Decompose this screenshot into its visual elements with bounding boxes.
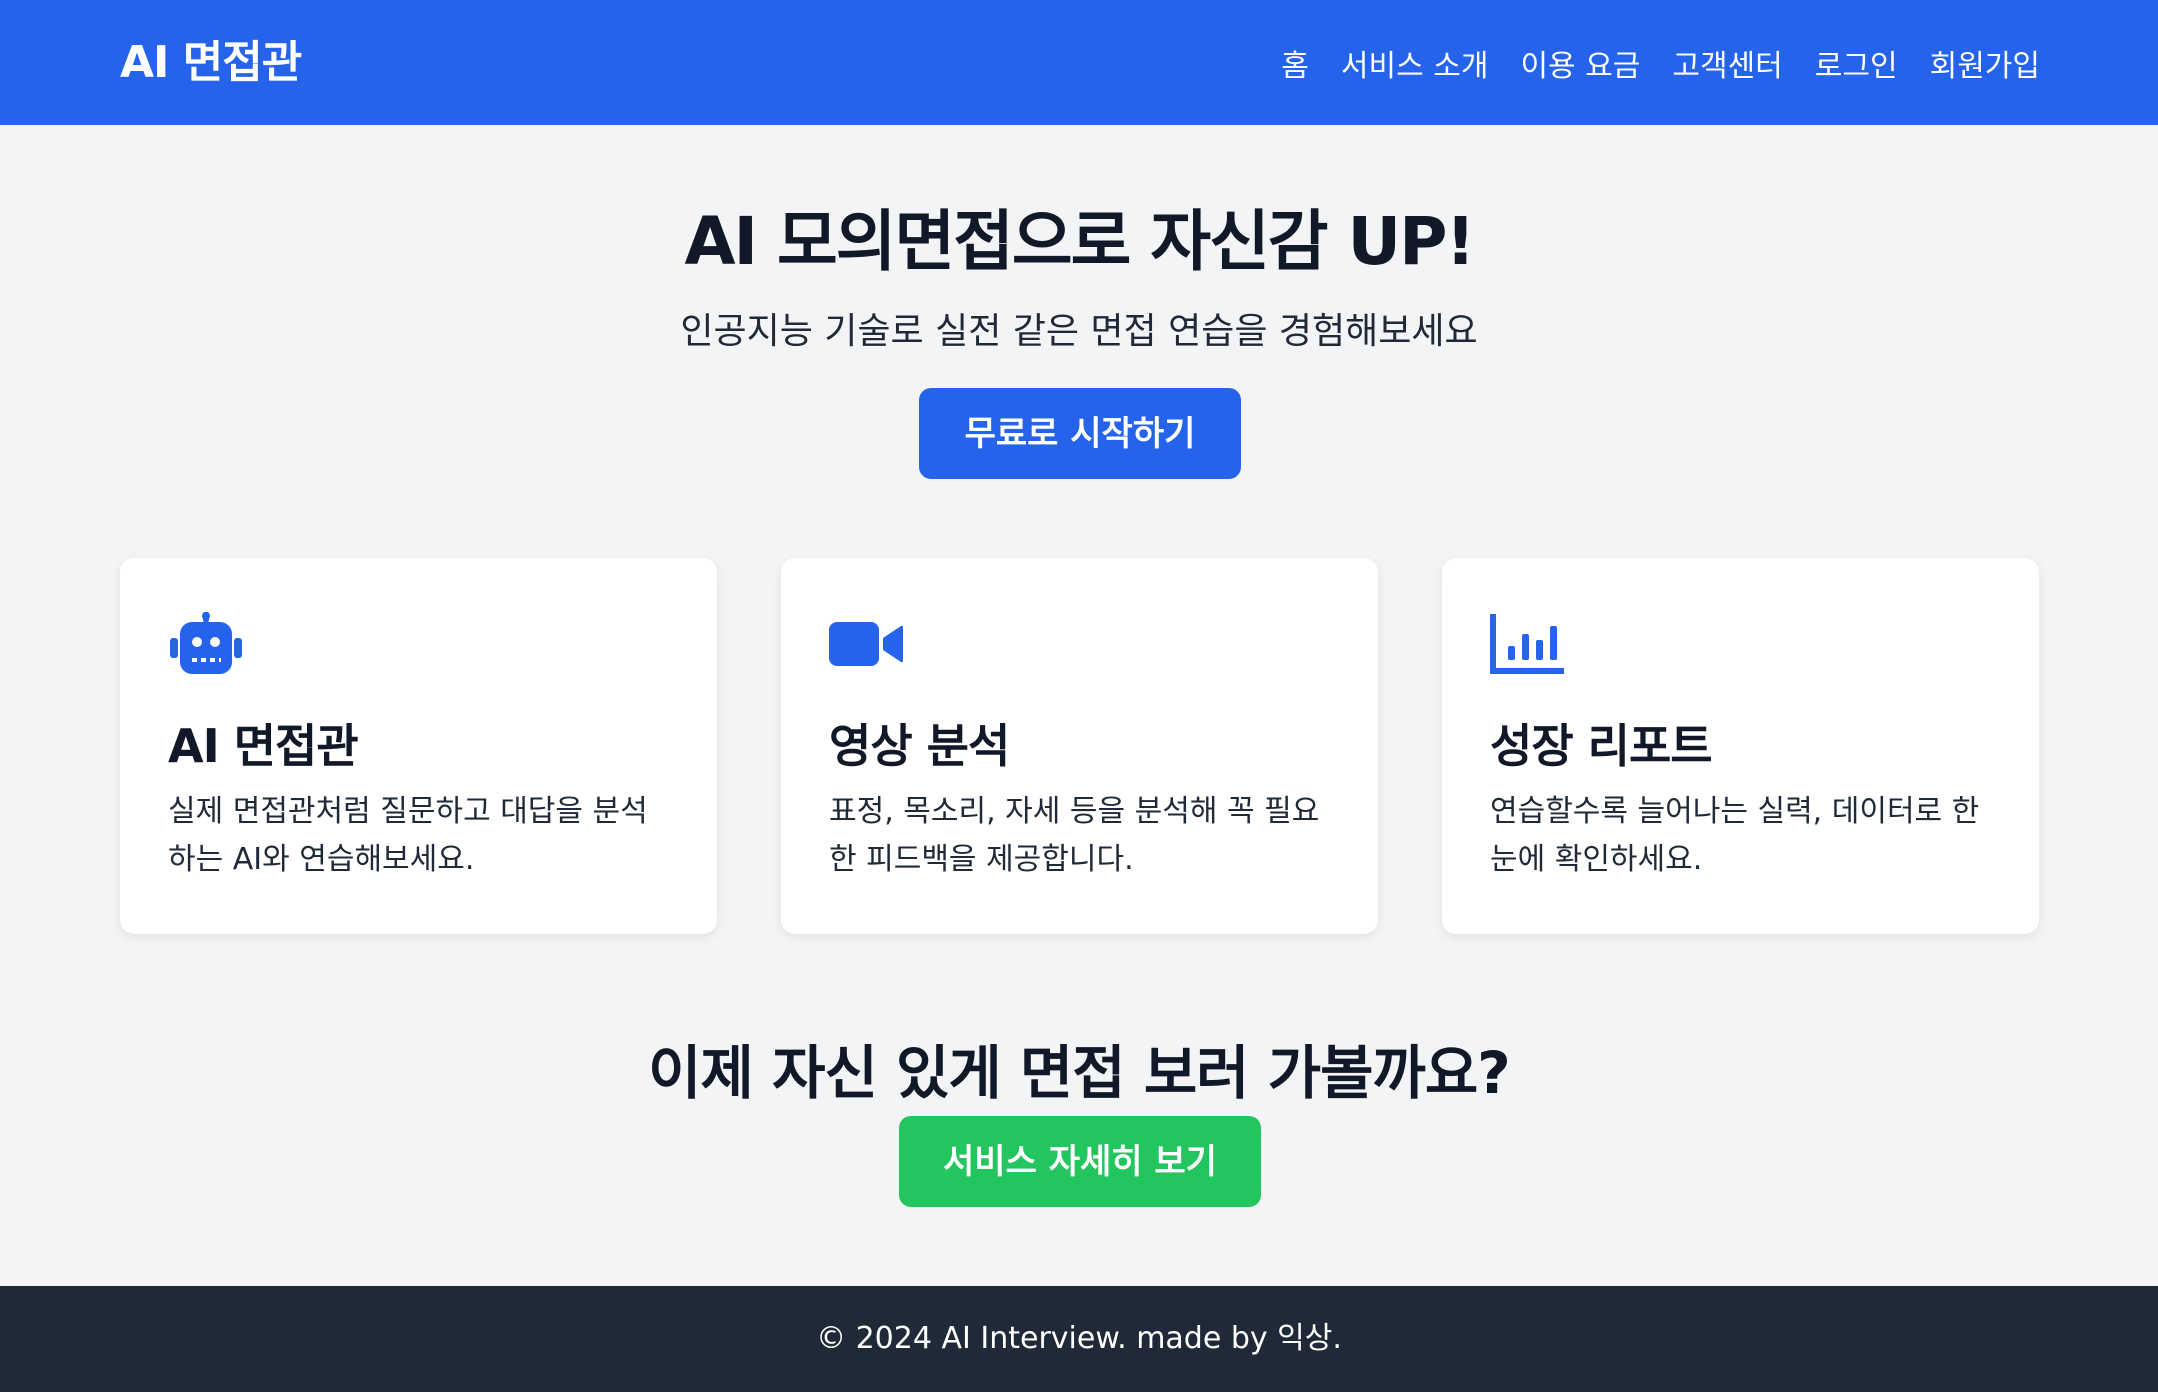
- copyright-text: © 2024 AI Interview. made by 익상.: [816, 1321, 1342, 1356]
- nav-pricing[interactable]: 이용 요금: [1520, 41, 1640, 85]
- robot-icon: [170, 612, 242, 674]
- hero-title: AI 모의면접으로 자신감 UP!: [684, 203, 1475, 280]
- start-free-button[interactable]: 무료로 시작하기: [919, 388, 1241, 479]
- feature-title: AI 면접관: [168, 719, 359, 773]
- feature-title: 성장 리포트: [1490, 719, 1713, 773]
- site-footer: © 2024 AI Interview. made by 익상.: [0, 1286, 2158, 1392]
- site-header: AI 면접관 홈 서비스 소개 이용 요금 고객센터 로그인 회원가입: [0, 0, 2158, 125]
- service-details-button[interactable]: 서비스 자세히 보기: [899, 1116, 1261, 1207]
- bar-chart-icon: [1490, 614, 1564, 674]
- feature-description: 표정, 목소리, 자세 등을 분석해 꼭 필요 한 피드백을 제공합니다.: [829, 794, 1320, 877]
- nav-service-intro[interactable]: 서비스 소개: [1341, 41, 1489, 85]
- feature-description: 실제 면접관처럼 질문하고 대답을 분석 하는 AI와 연습해보세요.: [168, 794, 648, 877]
- feature-card-ai-interviewer: AI 면접관 실제 면접관처럼 질문하고 대답을 분석 하는 AI와 연습해보세요…: [120, 558, 717, 934]
- nav-customer-center[interactable]: 고객센터: [1672, 41, 1782, 85]
- nav-home[interactable]: 홈: [1281, 41, 1309, 85]
- main-nav: 홈 서비스 소개 이용 요금 고객센터 로그인 회원가입: [1281, 0, 2040, 125]
- site-logo[interactable]: AI 면접관: [120, 0, 302, 125]
- feature-card-video-analysis: 영상 분석 표정, 목소리, 자세 등을 분석해 꼭 필요 한 피드백을 제공합니…: [781, 558, 1378, 934]
- hero-subtitle: 인공지능 기술로 실전 같은 면접 연습을 경험해보세요: [680, 311, 1478, 352]
- nav-signup[interactable]: 회원가입: [1930, 41, 2040, 85]
- nav-login[interactable]: 로그인: [1815, 41, 1898, 85]
- video-camera-icon: [829, 622, 903, 666]
- feature-description: 연습할수록 늘어나는 실력, 데이터로 한 눈에 확인하세요.: [1490, 794, 1980, 877]
- cta-title: 이제 자신 있게 면접 보러 가볼까요?: [648, 1039, 1511, 1107]
- feature-card-growth-report: 성장 리포트 연습할수록 늘어나는 실력, 데이터로 한 눈에 확인하세요.: [1442, 558, 2039, 934]
- feature-title: 영상 분석: [829, 719, 1010, 773]
